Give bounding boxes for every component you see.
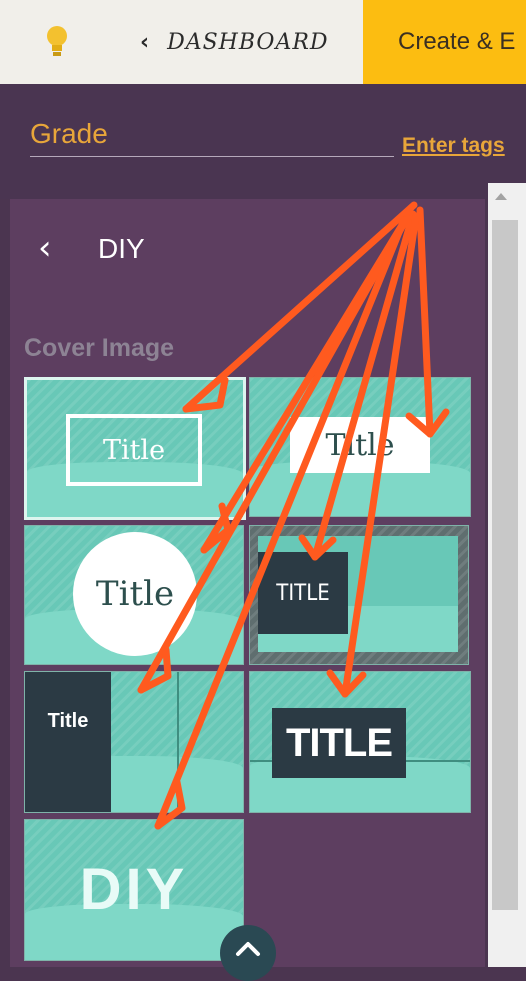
annotation-arrows bbox=[137, 201, 450, 830]
annotation-arrow bbox=[311, 210, 417, 561]
annotation-arrow bbox=[137, 214, 411, 694]
annotation-arrow bbox=[182, 201, 418, 413]
annotation-arrow bbox=[341, 212, 420, 698]
annotation-arrow bbox=[416, 206, 434, 438]
